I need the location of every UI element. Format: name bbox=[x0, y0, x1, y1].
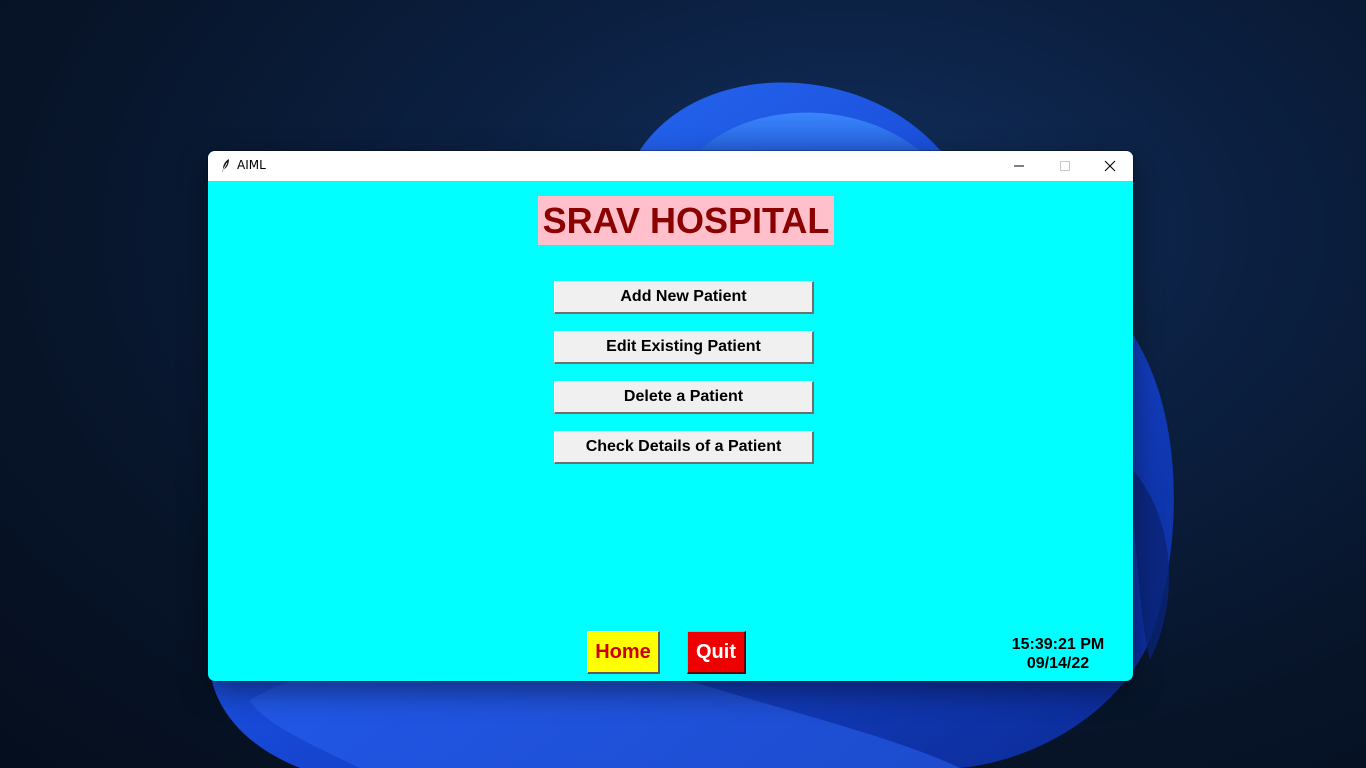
delete-patient-button[interactable]: Delete a Patient bbox=[554, 381, 814, 414]
home-button[interactable]: Home bbox=[587, 631, 660, 674]
app-window: AIML SRAV HOSPITAL Add New Patient Edit … bbox=[208, 151, 1133, 681]
hospital-title: SRAV HOSPITAL bbox=[538, 196, 834, 245]
clock: 15:39:21 PM 09/14/22 bbox=[998, 635, 1118, 673]
quit-button[interactable]: Quit bbox=[687, 631, 746, 674]
window-title: AIML bbox=[237, 158, 266, 172]
clock-time: 15:39:21 PM bbox=[1011, 636, 1105, 653]
maximize-button[interactable] bbox=[1042, 151, 1088, 181]
close-icon bbox=[1104, 160, 1116, 172]
maximize-icon bbox=[1060, 161, 1070, 171]
check-patient-details-button[interactable]: Check Details of a Patient bbox=[554, 431, 814, 464]
main-content: SRAV HOSPITAL Add New Patient Edit Exist… bbox=[208, 181, 1133, 681]
title-bar[interactable]: AIML bbox=[208, 151, 1133, 181]
minimize-icon bbox=[1014, 165, 1024, 167]
clock-date: 09/14/22 bbox=[1026, 655, 1090, 672]
add-new-patient-button[interactable]: Add New Patient bbox=[554, 281, 814, 314]
close-button[interactable] bbox=[1087, 151, 1133, 181]
feather-icon bbox=[222, 159, 229, 173]
minimize-button[interactable] bbox=[996, 151, 1042, 181]
edit-existing-patient-button[interactable]: Edit Existing Patient bbox=[554, 331, 814, 364]
